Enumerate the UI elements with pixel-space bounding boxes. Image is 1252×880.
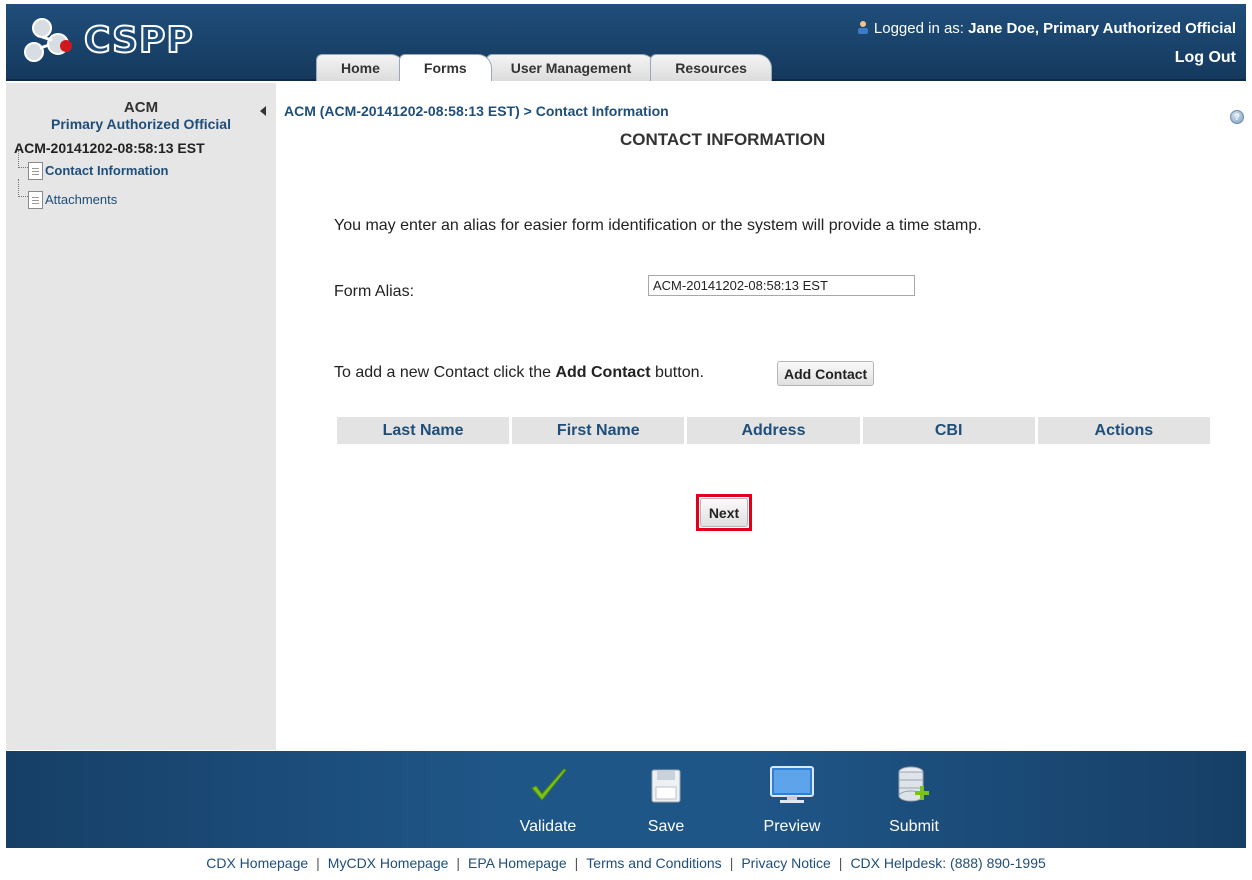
page-title: CONTACT INFORMATION: [620, 130, 826, 149]
tree-connector: [18, 179, 28, 197]
molecule-logo-icon: [24, 18, 72, 62]
cspp-logo[interactable]: CSPP: [22, 18, 222, 68]
help-icon[interactable]: ?: [1230, 110, 1244, 124]
add-text-before: To add a new Contact click the: [334, 364, 556, 381]
app-header: CSPP Logged in as: Jane Doe, Primary Aut…: [6, 4, 1246, 81]
sidebar-title: ACM: [123, 99, 159, 116]
mycdx-homepage-link[interactable]: MyCDX Homepage: [328, 855, 449, 871]
document-icon: [28, 190, 43, 209]
add-text-after: button.: [650, 364, 704, 381]
tree-connector: [18, 150, 28, 168]
col-address[interactable]: Address: [687, 417, 860, 444]
validate-label: Validate: [519, 818, 577, 835]
helpdesk-link[interactable]: CDX Helpdesk: (888) 890-1995: [850, 855, 1045, 871]
footer-links: CDX Homepage | MyCDX Homepage | EPA Homepage…: [206, 855, 1046, 871]
tab-resources[interactable]: Resources: [650, 54, 772, 81]
privacy-link[interactable]: Privacy Notice: [741, 855, 830, 871]
submit-button[interactable]: Submit: [874, 751, 954, 848]
logout-link[interactable]: Log Out: [1175, 49, 1236, 67]
epa-homepage-link[interactable]: EPA Homepage: [468, 855, 567, 871]
validate-button[interactable]: Validate: [508, 751, 588, 848]
logged-in-info: Logged in as: Jane Doe, Primary Authoriz…: [856, 20, 1236, 37]
sidebar-item-attachments[interactable]: Attachments: [14, 179, 276, 214]
col-cbi[interactable]: CBI: [862, 417, 1035, 444]
sidebar-role: Primary Authorized Official: [51, 116, 231, 132]
col-last-name[interactable]: Last Name: [337, 417, 510, 444]
next-button[interactable]: Next: [700, 498, 748, 527]
add-text-bold: Add Contact: [555, 364, 651, 381]
tab-user-management[interactable]: User Management: [485, 54, 657, 81]
form-alias-label: Form Alias:: [334, 283, 415, 300]
sidebar-item-label: Contact Information: [45, 163, 169, 178]
monitor-icon: [770, 766, 814, 803]
user-name: Jane Doe, Primary Authorized Official: [968, 20, 1236, 37]
save-button[interactable]: Save: [626, 751, 706, 848]
table-header-row: Last Name First Name Address CBI Actions: [337, 417, 1210, 444]
sidebar-item-contact-information[interactable]: Contact Information: [14, 150, 276, 185]
main-tabs: Home Forms User Management Resources: [316, 54, 772, 81]
preview-button[interactable]: Preview: [752, 751, 832, 848]
logged-in-prefix: Logged in as:: [873, 20, 969, 37]
add-contact-button[interactable]: Add Contact: [777, 361, 875, 386]
checkmark-icon: [531, 768, 567, 801]
intro-text: You may enter an alias for easier form i…: [334, 217, 982, 234]
col-first-name[interactable]: First Name: [512, 417, 685, 444]
form-alias-input[interactable]: [648, 275, 915, 296]
col-actions: Actions: [1037, 417, 1210, 444]
sidebar: ACM Primary Authorized Official ACM-2014…: [6, 83, 276, 750]
action-bar: Validate Save Preview Submit: [6, 751, 1246, 848]
collapse-sidebar-icon[interactable]: [260, 106, 266, 116]
tab-forms[interactable]: Forms: [398, 54, 492, 81]
sidebar-form-id: ACM-20141202-08:58:13 EST: [14, 140, 205, 156]
submit-label: Submit: [889, 818, 939, 835]
document-icon: [28, 161, 43, 180]
contacts-table: Last Name First Name Address CBI Actions: [334, 417, 1213, 444]
preview-label: Preview: [763, 818, 821, 835]
tab-home[interactable]: Home: [316, 54, 405, 81]
terms-link[interactable]: Terms and Conditions: [586, 855, 721, 871]
cdx-homepage-link[interactable]: CDX Homepage: [206, 855, 308, 871]
sidebar-item-label: Attachments: [45, 192, 118, 207]
user-icon: [857, 21, 868, 34]
database-add-icon: [898, 766, 929, 802]
floppy-disk-icon: [651, 769, 681, 803]
logo-text: CSPP: [83, 19, 194, 62]
save-label: Save: [647, 818, 685, 835]
breadcrumb[interactable]: ACM (ACM-20141202-08:58:13 EST) > Contac…: [284, 103, 669, 119]
add-contact-instructions: To add a new Contact click the Add Conta…: [334, 364, 704, 382]
